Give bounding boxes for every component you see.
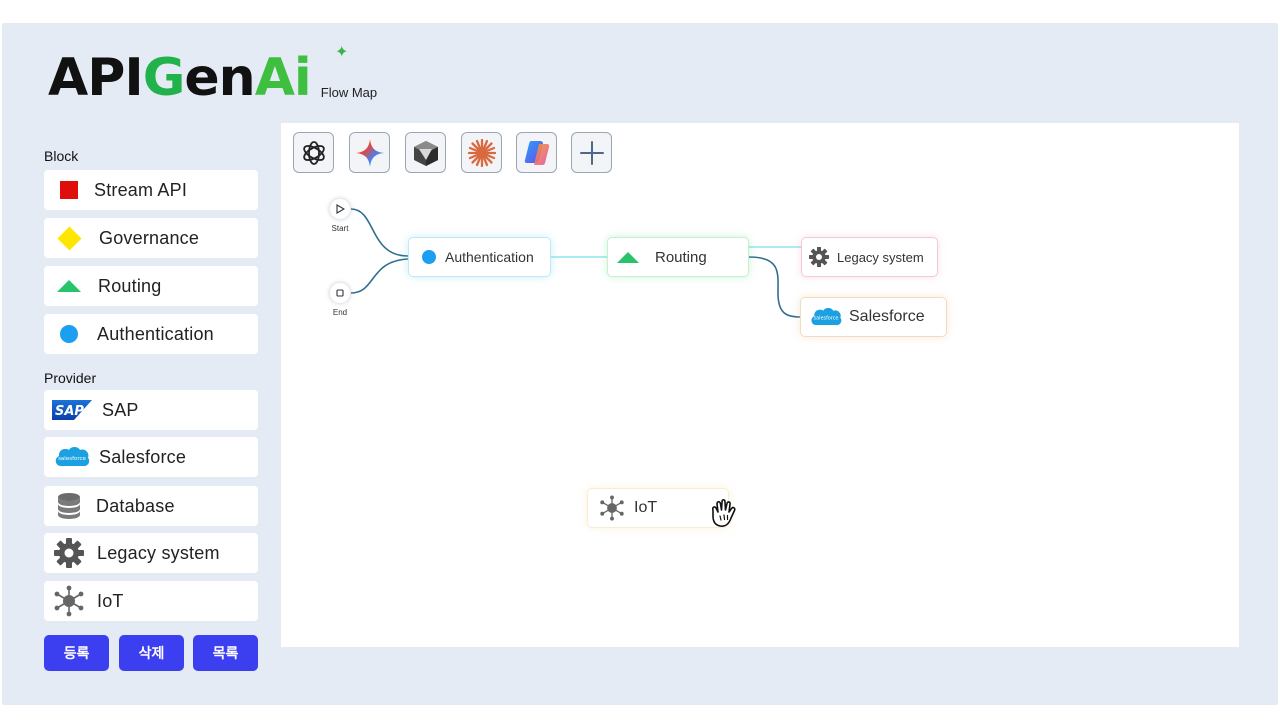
- register-button[interactable]: 등록: [44, 635, 109, 671]
- play-icon: [336, 204, 345, 214]
- salesforce-logo-icon: salesforce: [809, 305, 843, 329]
- provider-item-label: IoT: [97, 590, 124, 611]
- provider-item-salesforce[interactable]: salesforce Salesforce: [44, 437, 258, 477]
- provider-item-label: Salesforce: [99, 446, 187, 467]
- block-section-title: Block: [44, 148, 79, 164]
- app-logo: APIGenAi ✦ Flow Map: [48, 44, 377, 104]
- svg-text:SAP: SAP: [55, 404, 84, 419]
- svg-text:salesforce: salesforce: [58, 456, 86, 462]
- provider-item-label: Legacy system: [97, 542, 220, 563]
- blue-circle-icon: [422, 250, 436, 264]
- provider-section-title: Provider: [44, 370, 97, 386]
- logo-sparkle-icon: ✦: [335, 44, 349, 61]
- block-item-label: Stream API: [94, 179, 188, 200]
- logo-subtitle: Flow Map: [320, 85, 378, 100]
- block-item-label: Routing: [98, 275, 162, 296]
- end-node[interactable]: [329, 282, 351, 304]
- stop-icon: [336, 289, 344, 297]
- flow-edges: [350, 208, 801, 318]
- gear-icon: [809, 247, 829, 267]
- node-label: IoT: [634, 499, 658, 516]
- iot-hub-icon: [599, 495, 625, 521]
- blue-circle-icon: [44, 325, 94, 343]
- yellow-diamond-icon: [46, 225, 92, 251]
- edge-start-auth: [350, 208, 409, 257]
- node-label: Routing: [655, 248, 707, 266]
- flow-canvas[interactable]: Start End Authentication Routing Legacy …: [281, 123, 1239, 647]
- block-item-label: Authentication: [97, 323, 214, 344]
- node-label: Salesforce: [849, 308, 925, 325]
- iot-hub-icon: [44, 585, 94, 617]
- block-item-governance[interactable]: Governance: [44, 218, 258, 258]
- flow-node-legacy-system[interactable]: Legacy system: [801, 237, 938, 277]
- green-triangle-icon: [44, 280, 94, 292]
- flow-node-salesforce[interactable]: salesforce Salesforce: [800, 297, 947, 337]
- node-label: Authentication: [445, 249, 534, 265]
- database-icon: [44, 492, 94, 520]
- edge-routing-salesforce: [748, 256, 801, 318]
- grab-hand-cursor-icon: [706, 496, 742, 537]
- sap-logo-icon: SAP: [44, 400, 100, 420]
- provider-item-legacy-system[interactable]: Legacy system: [44, 533, 258, 573]
- node-label: Legacy system: [837, 249, 924, 265]
- salesforce-logo-icon: salesforce: [44, 444, 99, 470]
- block-item-authentication[interactable]: Authentication: [44, 314, 258, 354]
- svg-text:salesforce: salesforce: [814, 316, 839, 322]
- block-item-routing[interactable]: Routing: [44, 266, 258, 306]
- start-node[interactable]: [329, 198, 351, 220]
- provider-item-sap[interactable]: SAP SAP: [44, 390, 258, 430]
- delete-button[interactable]: 삭제: [119, 635, 184, 671]
- green-triangle-icon: [617, 251, 639, 263]
- flow-node-authentication[interactable]: Authentication: [408, 237, 551, 277]
- flow-node-routing[interactable]: Routing: [607, 237, 749, 277]
- provider-item-label: SAP: [102, 399, 139, 420]
- logo-text: APIGenAi: [48, 48, 312, 108]
- gear-icon: [44, 538, 94, 568]
- start-label: Start: [331, 224, 349, 233]
- block-item-label: Governance: [99, 227, 200, 248]
- block-item-stream-api[interactable]: Stream API: [44, 170, 258, 210]
- red-square-icon: [44, 181, 94, 199]
- list-button[interactable]: 목록: [193, 635, 258, 671]
- edge-end-auth: [350, 258, 409, 294]
- provider-item-iot[interactable]: IoT: [44, 581, 258, 621]
- provider-item-database[interactable]: Database: [44, 486, 258, 526]
- end-label: End: [332, 308, 348, 317]
- provider-item-label: Database: [96, 495, 175, 516]
